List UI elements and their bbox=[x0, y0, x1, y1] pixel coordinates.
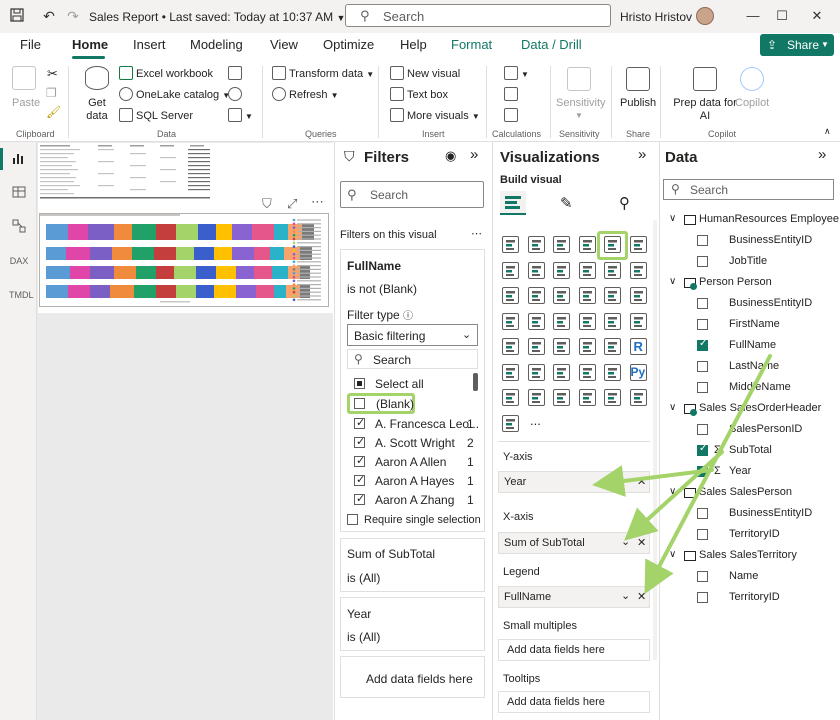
annotation-arrows bbox=[592, 354, 772, 595]
arrow-fullname-to-legend bbox=[644, 354, 772, 595]
arrow-subtotal-to-x-axis bbox=[624, 450, 724, 541]
